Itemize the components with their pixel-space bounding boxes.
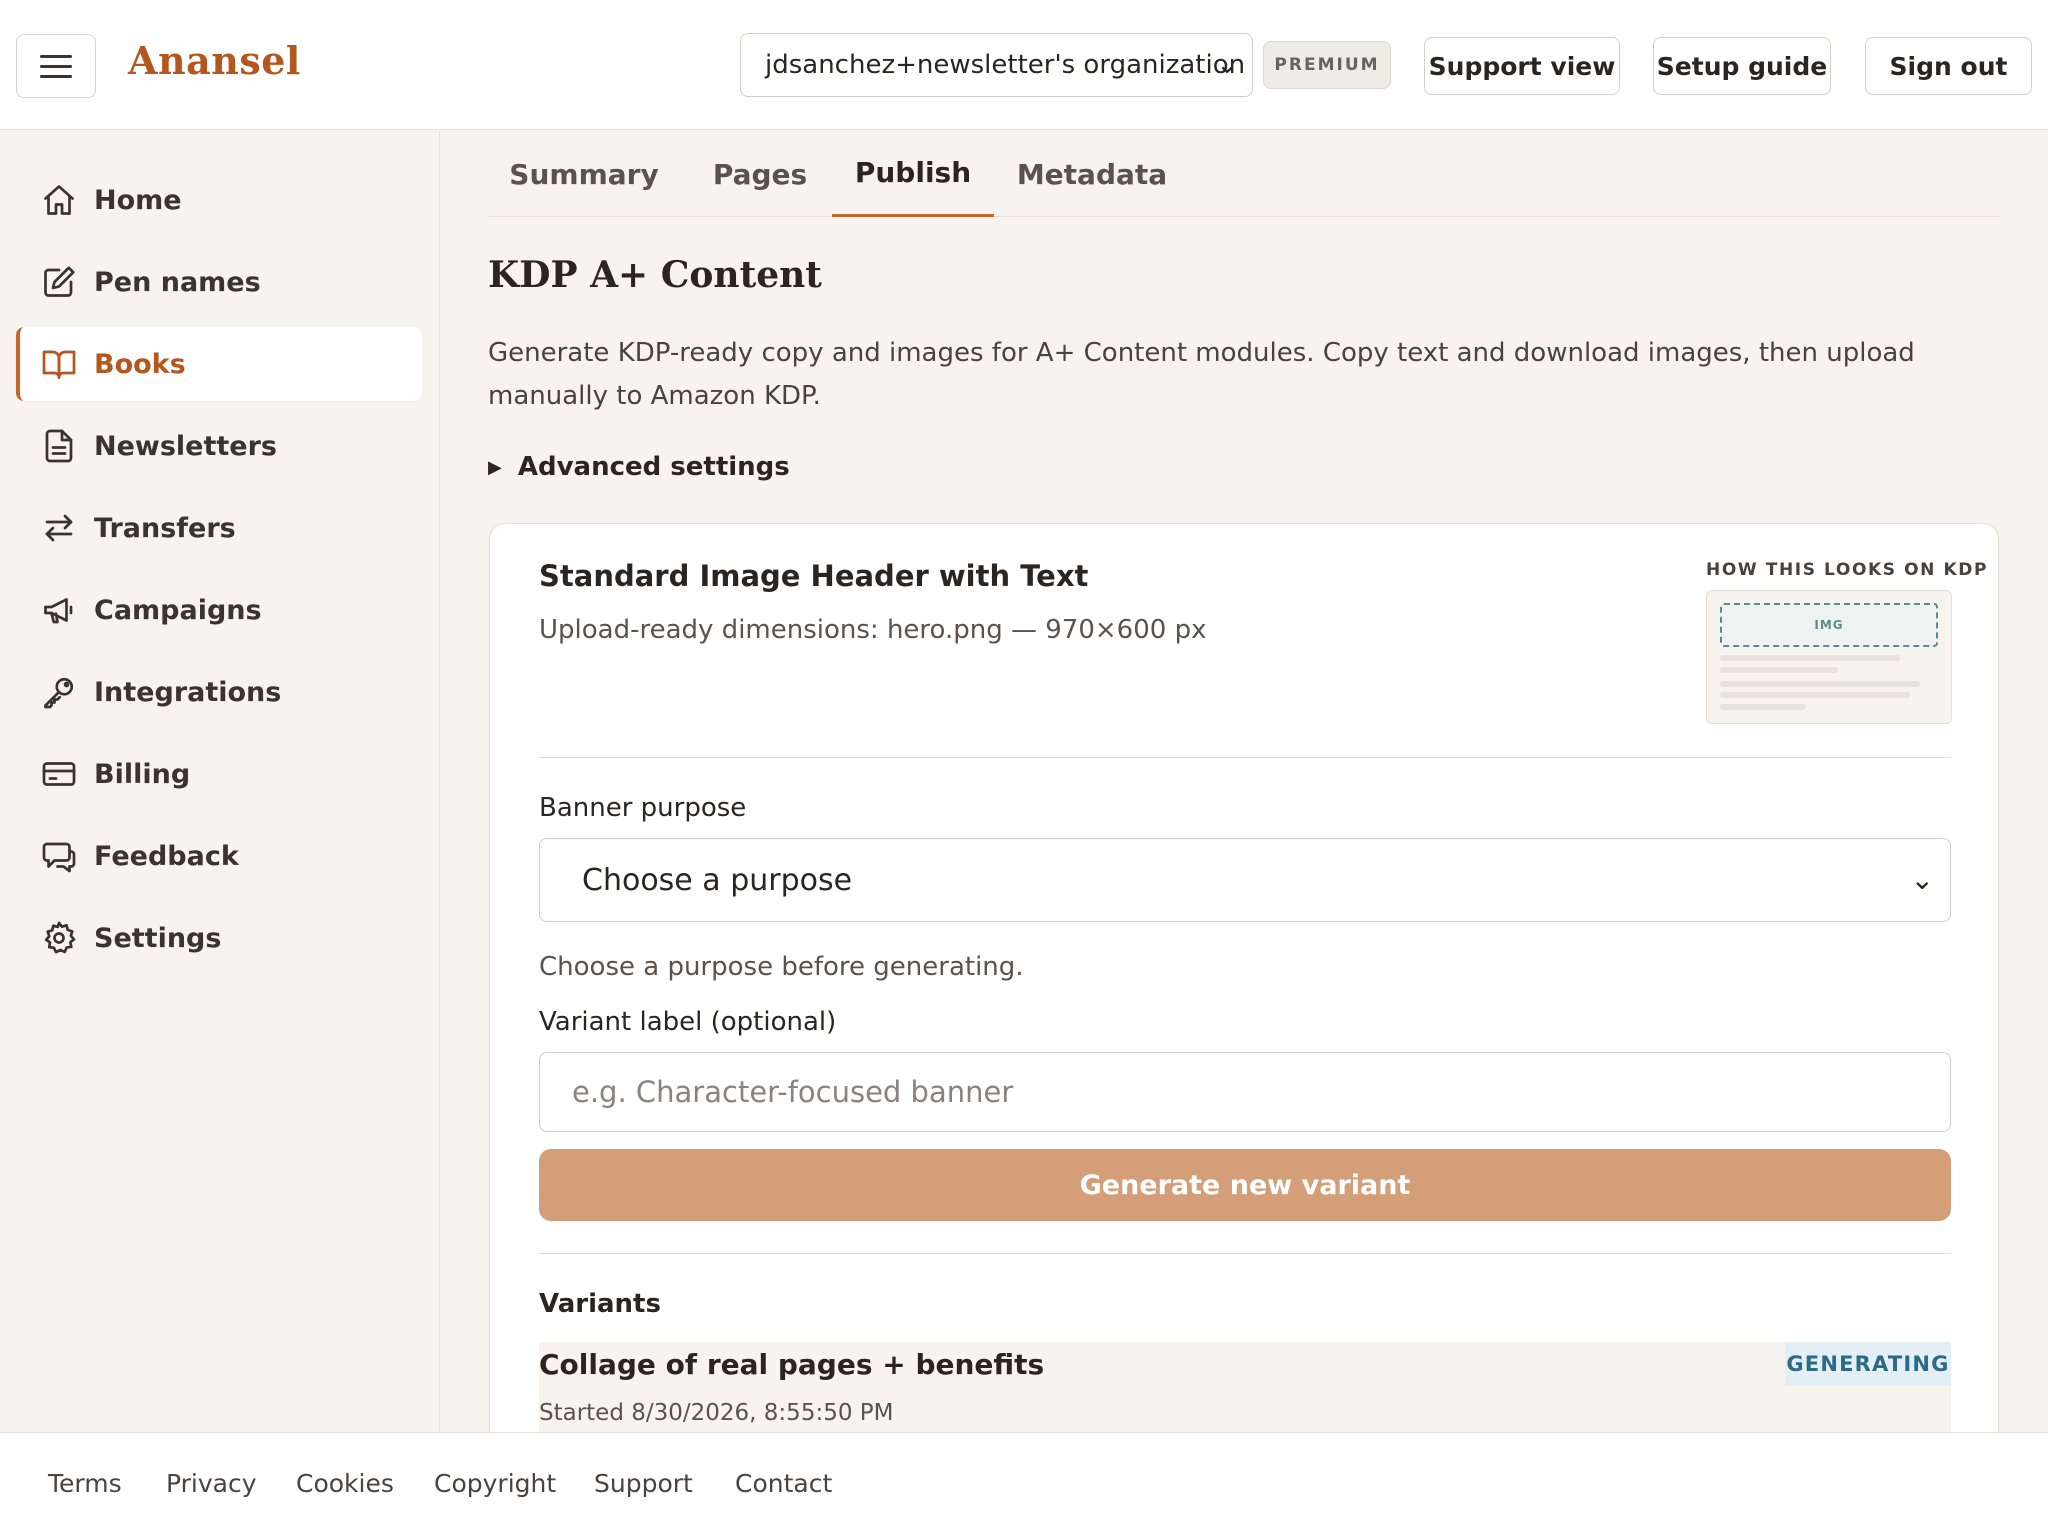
divider bbox=[539, 1253, 1951, 1254]
brand-logo[interactable]: Anansel bbox=[128, 38, 301, 83]
module-card: Standard Image Header with Text Upload-r… bbox=[489, 523, 1999, 1523]
module-dimensions: Upload-ready dimensions: hero.png — 970×… bbox=[539, 615, 1207, 645]
sign-out-button[interactable]: Sign out bbox=[1865, 37, 2032, 95]
chat-icon bbox=[40, 837, 78, 875]
pencil-icon bbox=[40, 263, 78, 301]
setup-guide-button[interactable]: Setup guide bbox=[1653, 37, 1831, 95]
tab-metadata[interactable]: Metadata bbox=[994, 131, 1190, 217]
transfer-icon bbox=[40, 509, 78, 547]
triangle-right-icon: ▶ bbox=[488, 456, 502, 478]
sidebar-item-books[interactable]: Books bbox=[16, 327, 422, 401]
plan-badge: PREMIUM bbox=[1263, 41, 1391, 89]
support-view-button[interactable]: Support view bbox=[1424, 37, 1620, 95]
kdp-preview-thumbnail: IMG bbox=[1706, 590, 1952, 724]
sidebar-item-label: Campaigns bbox=[94, 594, 262, 626]
sidebar-item-integrations[interactable]: Integrations bbox=[16, 655, 422, 729]
hamburger-icon bbox=[40, 54, 72, 58]
footer-link-cookies[interactable]: Cookies bbox=[296, 1469, 394, 1498]
footer-link-privacy[interactable]: Privacy bbox=[166, 1469, 257, 1498]
gear-icon bbox=[40, 919, 78, 957]
variant-label-input[interactable]: e.g. Character-focused banner bbox=[539, 1052, 1951, 1132]
organization-select-value: jdsanchez+newsletter's organization bbox=[765, 50, 1246, 80]
megaphone-icon bbox=[40, 591, 78, 629]
preview-text-line bbox=[1720, 692, 1910, 698]
tab-pages[interactable]: Pages bbox=[680, 131, 840, 217]
sidebar-item-label: Books bbox=[94, 348, 186, 380]
sidebar-item-label: Feedback bbox=[94, 840, 239, 872]
module-title: Standard Image Header with Text bbox=[539, 559, 1089, 593]
tab-publish[interactable]: Publish bbox=[832, 131, 994, 217]
generate-variant-button[interactable]: Generate new variant bbox=[539, 1149, 1951, 1221]
preview-text-line bbox=[1720, 704, 1806, 710]
sidebar-item-label: Transfers bbox=[94, 512, 236, 544]
status-badge: GENERATING bbox=[1785, 1342, 1951, 1386]
variant-label-label: Variant label (optional) bbox=[539, 1007, 837, 1037]
advanced-settings-toggle[interactable]: ▶ Advanced settings bbox=[488, 452, 790, 482]
variants-heading: Variants bbox=[539, 1289, 661, 1319]
sidebar-item-label: Home bbox=[94, 184, 182, 216]
advanced-settings-label: Advanced settings bbox=[517, 452, 790, 482]
sidebar-item-home[interactable]: Home bbox=[16, 163, 422, 237]
page-description: Generate KDP-ready copy and images for A… bbox=[488, 338, 1915, 411]
preview-text-line bbox=[1720, 667, 1838, 673]
sidebar-item-settings[interactable]: Settings bbox=[16, 901, 422, 975]
key-icon bbox=[40, 673, 78, 711]
page-title: KDP A+ Content bbox=[488, 254, 822, 296]
image-placeholder-icon: IMG bbox=[1720, 603, 1938, 647]
sidebar-item-campaigns[interactable]: Campaigns bbox=[16, 573, 422, 647]
sidebar-item-label: Newsletters bbox=[94, 430, 278, 462]
banner-purpose-label: Banner purpose bbox=[539, 793, 747, 823]
book-icon bbox=[40, 345, 78, 383]
organization-select[interactable]: jdsanchez+newsletter's organization ⌄ bbox=[740, 33, 1253, 97]
chevron-down-icon: ⌄ bbox=[1216, 50, 1238, 80]
sidebar-item-transfers[interactable]: Transfers bbox=[16, 491, 422, 565]
menu-toggle-button[interactable] bbox=[16, 34, 96, 98]
banner-purpose-value: Choose a purpose bbox=[582, 862, 853, 898]
sidebar-item-newsletters[interactable]: Newsletters bbox=[16, 409, 422, 483]
variant-row[interactable]: Collage of real pages + benefits Started… bbox=[539, 1342, 1951, 1442]
preview-label: HOW THIS LOOKS ON KDP bbox=[1706, 560, 1989, 580]
footer: Terms Privacy Cookies Copyright Support … bbox=[0, 1432, 2048, 1536]
variant-title: Collage of real pages + benefits bbox=[539, 1348, 1045, 1381]
sidebar-item-label: Settings bbox=[94, 922, 222, 954]
chevron-down-icon: ⌄ bbox=[1910, 863, 1934, 896]
footer-link-copyright[interactable]: Copyright bbox=[434, 1469, 556, 1498]
home-icon bbox=[40, 181, 78, 219]
footer-link-terms[interactable]: Terms bbox=[48, 1469, 122, 1498]
sidebar-item-label: Pen names bbox=[94, 266, 261, 298]
divider bbox=[539, 757, 1951, 758]
footer-link-contact[interactable]: Contact bbox=[735, 1469, 832, 1498]
purpose-hint: Choose a purpose before generating. bbox=[539, 952, 1024, 982]
card-icon bbox=[40, 755, 78, 793]
sidebar: Home Pen names Books Newsletters Transfe… bbox=[0, 131, 440, 1431]
tab-summary[interactable]: Summary bbox=[488, 131, 680, 217]
sidebar-item-label: Billing bbox=[94, 758, 191, 790]
sidebar-item-pen-names[interactable]: Pen names bbox=[16, 245, 422, 319]
top-bar: Anansel jdsanchez+newsletter's organizat… bbox=[0, 0, 2048, 130]
banner-purpose-select[interactable]: Choose a purpose ⌄ bbox=[539, 838, 1951, 922]
document-icon bbox=[40, 427, 78, 465]
book-tabs: Summary Pages Publish Metadata bbox=[488, 131, 2000, 217]
footer-link-support[interactable]: Support bbox=[594, 1469, 693, 1498]
sidebar-item-billing[interactable]: Billing bbox=[16, 737, 422, 811]
variant-started-time: Started 8/30/2026, 8:55:50 PM bbox=[539, 1400, 894, 1426]
sidebar-item-feedback[interactable]: Feedback bbox=[16, 819, 422, 893]
preview-text-line bbox=[1720, 681, 1920, 687]
preview-text-line bbox=[1720, 655, 1900, 661]
sidebar-item-label: Integrations bbox=[94, 676, 282, 708]
